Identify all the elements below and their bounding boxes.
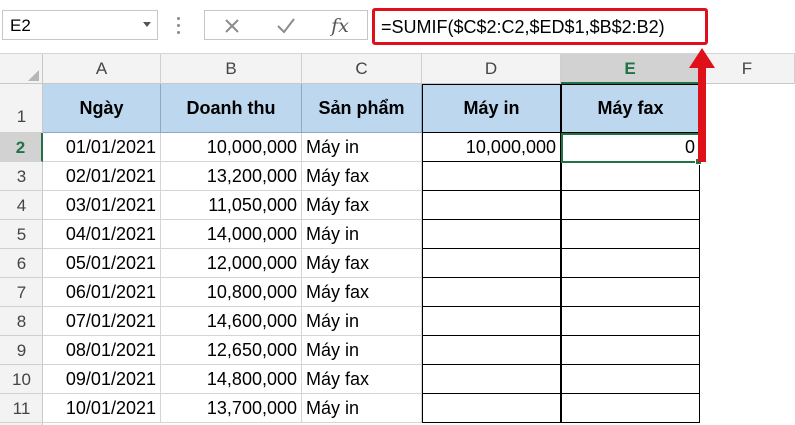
cell-d2[interactable]: 10,000,000 [422, 133, 561, 162]
cell-d5[interactable] [422, 220, 561, 249]
cell-a4[interactable]: 03/01/2021 [43, 191, 161, 220]
cell-b8[interactable]: 14,600,000 [161, 307, 302, 336]
worksheet-grid: Ngày Doanh thu Sản phẩm Máy in Máy fax 01/01/… [0, 0, 795, 425]
cell-c9[interactable]: Máy in [302, 336, 422, 365]
cell-e5[interactable] [561, 220, 700, 249]
cell-d7[interactable] [422, 278, 561, 307]
header-cell-e[interactable]: Máy fax [561, 84, 700, 133]
cell-e6[interactable] [561, 249, 700, 278]
cell-c5[interactable]: Máy in [302, 220, 422, 249]
cell-c6[interactable]: Máy fax [302, 249, 422, 278]
cell-b7[interactable]: 10,800,000 [161, 278, 302, 307]
cell-b2[interactable]: 10,000,000 [161, 133, 302, 162]
cell-a5[interactable]: 04/01/2021 [43, 220, 161, 249]
cell-c10[interactable]: Máy fax [302, 365, 422, 394]
cell-a2[interactable]: 01/01/2021 [43, 133, 161, 162]
cell-c4[interactable]: Máy fax [302, 191, 422, 220]
cell-c7[interactable]: Máy fax [302, 278, 422, 307]
cell-d9[interactable] [422, 336, 561, 365]
cell-e4[interactable] [561, 191, 700, 220]
cell-a10[interactable]: 09/01/2021 [43, 365, 161, 394]
cell-d4[interactable] [422, 191, 561, 220]
cell-e11[interactable] [561, 394, 700, 423]
cell-e10[interactable] [561, 365, 700, 394]
header-cell-b[interactable]: Doanh thu [161, 84, 302, 133]
header-cell-a[interactable]: Ngày [43, 84, 161, 133]
cell-a11[interactable]: 10/01/2021 [43, 394, 161, 423]
cell-b3[interactable]: 13,200,000 [161, 162, 302, 191]
cell-d10[interactable] [422, 365, 561, 394]
cell-d6[interactable] [422, 249, 561, 278]
cell-b11[interactable]: 13,700,000 [161, 394, 302, 423]
cell-a7[interactable]: 06/01/2021 [43, 278, 161, 307]
cell-c2[interactable]: Máy in [302, 133, 422, 162]
cell-b4[interactable]: 11,050,000 [161, 191, 302, 220]
cell-c3[interactable]: Máy fax [302, 162, 422, 191]
cell-e2[interactable]: 0 [561, 133, 700, 162]
header-cell-d[interactable]: Máy in [422, 84, 561, 133]
cell-a9[interactable]: 08/01/2021 [43, 336, 161, 365]
cell-d8[interactable] [422, 307, 561, 336]
cell-b10[interactable]: 14,800,000 [161, 365, 302, 394]
cell-c8[interactable]: Máy in [302, 307, 422, 336]
cell-b5[interactable]: 14,000,000 [161, 220, 302, 249]
cell-b6[interactable]: 12,000,000 [161, 249, 302, 278]
cell-e7[interactable] [561, 278, 700, 307]
header-cell-c[interactable]: Sản phẩm [302, 84, 422, 133]
cell-a3[interactable]: 02/01/2021 [43, 162, 161, 191]
fill-handle[interactable] [695, 158, 702, 165]
cell-d11[interactable] [422, 394, 561, 423]
cell-a8[interactable]: 07/01/2021 [43, 307, 161, 336]
cell-e8[interactable] [561, 307, 700, 336]
cell-e9[interactable] [561, 336, 700, 365]
cell-a6[interactable]: 05/01/2021 [43, 249, 161, 278]
cell-c11[interactable]: Máy in [302, 394, 422, 423]
cell-b9[interactable]: 12,650,000 [161, 336, 302, 365]
cell-d3[interactable] [422, 162, 561, 191]
cell-e3[interactable] [561, 162, 700, 191]
